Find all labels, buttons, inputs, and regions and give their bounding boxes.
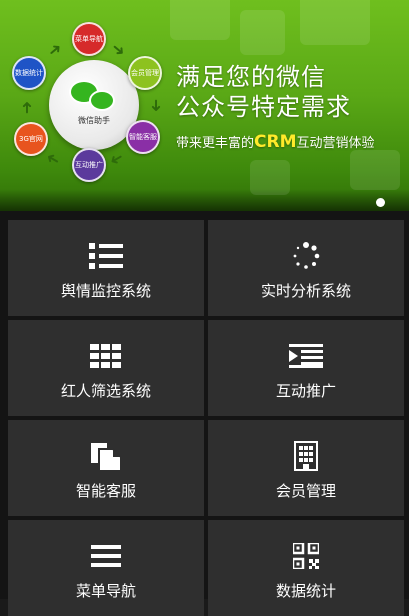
node-smart-service: 智能客服	[126, 120, 160, 154]
hamburger-icon	[91, 542, 121, 570]
menu-tile-smart-service[interactable]: 智能客服	[8, 420, 204, 516]
menu-tile-label: 智能客服	[75, 482, 136, 500]
menu-tile-label: 实时分析系统	[260, 282, 351, 300]
carousel-dot-active[interactable]	[376, 198, 385, 207]
building-icon	[294, 441, 318, 471]
crm-highlight: CRM	[254, 132, 297, 152]
menu-tile-data-statistics[interactable]: 数据统计	[208, 520, 404, 616]
carousel-indicator	[376, 198, 385, 207]
arrow-icon: ➜	[107, 37, 130, 62]
node-menu-nav: 菜单导航	[72, 22, 106, 56]
menu-tile-sentiment-monitor[interactable]: 舆情监控系统	[8, 220, 204, 316]
decor-square	[240, 10, 285, 55]
banner-tagline: 带来更丰富的CRM互动营销体验	[176, 132, 375, 152]
menu-tile-influencer-filter[interactable]: 红人筛选系统	[8, 320, 204, 416]
qrcode-icon	[293, 542, 319, 570]
menu-tile-interactive-promotion[interactable]: 互动推广	[208, 320, 404, 416]
list-icon	[89, 242, 123, 270]
document-icon	[91, 442, 121, 471]
decor-square	[300, 0, 370, 45]
decor-square	[350, 150, 400, 190]
menu-tile-label: 数据统计	[275, 582, 336, 600]
banner-headline-line1: 满足您的微信	[176, 63, 326, 91]
node-3g-site: 3G官网	[14, 122, 48, 156]
menu-tile-menu-navigation[interactable]: 菜单导航	[8, 520, 204, 616]
arrow-icon: ➜	[43, 37, 66, 62]
menu-tile-realtime-analysis[interactable]: 实时分析系统	[208, 220, 404, 316]
feature-menu: 舆情监控系统 实时分析系统 红人筛选系统 互动推广 智能客服 会员管理 菜单导航…	[0, 211, 409, 616]
decor-square	[250, 160, 290, 195]
menu-tile-label: 会员管理	[275, 482, 336, 500]
grid-icon	[90, 342, 122, 370]
presentation-icon	[289, 342, 323, 370]
menu-tile-label: 互动推广	[275, 382, 336, 400]
arrow-icon: ➜	[106, 147, 128, 172]
menu-tile-label: 红人筛选系统	[60, 382, 151, 400]
banner-headline-line2: 公众号特定需求	[176, 93, 351, 121]
menu-tile-member-management[interactable]: 会员管理	[208, 420, 404, 516]
arrow-icon: ➜	[17, 100, 37, 115]
decor-square	[170, 0, 230, 40]
arrow-icon: ➜	[42, 147, 64, 172]
node-member-mgmt: 会员管理	[128, 56, 162, 90]
node-data-stats: 数据统计	[12, 56, 46, 90]
menu-tile-label: 菜单导航	[75, 582, 136, 600]
chat-bubble-icon	[89, 90, 115, 111]
menu-tile-label: 舆情监控系统	[60, 282, 151, 300]
arrow-icon: ➜	[147, 98, 167, 113]
hub-label: 微信助手	[78, 116, 110, 125]
node-promotion: 互动推广	[72, 148, 106, 182]
promo-banner[interactable]: 微信助手 菜单导航 会员管理 智能客服 互动推广 3G官网 数据统计 ➜ ➜ ➜…	[0, 0, 409, 211]
loading-icon	[292, 242, 320, 270]
